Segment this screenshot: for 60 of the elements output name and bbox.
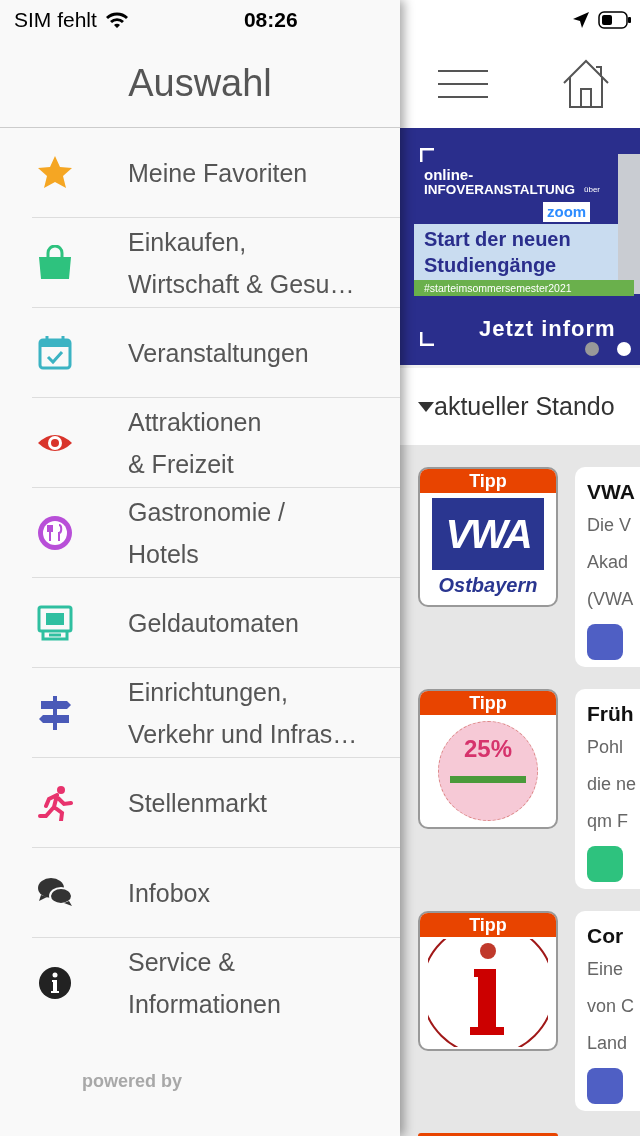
entry-description-line: Land: [587, 1032, 629, 1055]
thumbnail[interactable]: Tipp 25%: [418, 689, 558, 829]
signpost-icon: [37, 694, 73, 731]
shopping-bag-icon: [37, 244, 73, 281]
menu-item[interactable]: Einrichtungen, Verkehr und Infras…: [32, 668, 400, 758]
menu-item[interactable]: Infobox: [32, 848, 400, 938]
tip-label: Tipp: [420, 691, 556, 715]
home-icon[interactable]: [562, 59, 610, 109]
entry-title: VWA: [587, 479, 636, 505]
menu-item[interactable]: Geldautomaten: [32, 578, 400, 668]
carrier-label: SIM fehlt: [14, 7, 97, 34]
tip-label: Tipp: [420, 913, 556, 937]
menu-item[interactable]: Einkaufen, Wirtschaft & Gesu…: [32, 218, 400, 308]
menu-icon[interactable]: [438, 69, 488, 99]
thumbnail[interactable]: Tipp: [418, 911, 558, 1051]
star-icon: [37, 154, 73, 191]
entry-card[interactable]: VWA Die V Akad (VWA: [575, 467, 640, 667]
menu-item[interactable]: Service & Informationen: [32, 938, 400, 1028]
entry-title: Cor: [587, 923, 625, 949]
menu-item[interactable]: Veranstaltungen: [32, 308, 400, 398]
carousel-dot[interactable]: [617, 342, 631, 356]
logo-panel: VWA: [432, 498, 544, 570]
coupon-percent: 25%: [463, 736, 512, 762]
entry-card[interactable]: Früh Pohl die ne qm F: [575, 689, 640, 889]
entry-card[interactable]: Cor Eine von C Land: [575, 911, 640, 1111]
banner-title: Start der neuen Studiengänge: [414, 224, 618, 280]
promo-banner[interactable]: online- INFOVERANSTALTUNG über zoom Start der neuen Studiengänge #starteimsommersemester2021 Jetzt inform: [400, 128, 640, 365]
corner-bracket-icon: [420, 148, 434, 162]
entry-description-line: von C: [587, 995, 636, 1018]
clock-time: 08:26: [243, 7, 298, 34]
cutlery-icon: [37, 514, 73, 551]
section-title: aktueller Stando: [434, 390, 615, 422]
cash-machine-icon: [37, 604, 73, 641]
banner-call-to-action: Jetzt inform: [479, 315, 616, 343]
section-header[interactable]: aktueller Stando: [400, 365, 640, 445]
tip-label: Tipp: [420, 469, 556, 493]
info-icon: [37, 965, 73, 1001]
location-arrow-icon: [572, 11, 590, 29]
corner-bracket-icon: [420, 332, 434, 346]
menu-item[interactable]: Meine Favoriten: [32, 128, 400, 218]
menu-item[interactable]: Gastronomie / Hotels: [32, 488, 400, 578]
entry-title: Früh: [587, 701, 635, 727]
calendar-icon: [37, 334, 73, 371]
entry-description-line: qm F: [587, 810, 629, 833]
entry-description-line: Die V: [587, 514, 632, 537]
entry-description-line: Akad: [587, 551, 630, 574]
entry-description-line: Pohl: [587, 736, 625, 759]
powered-by-label: powered by: [82, 1070, 184, 1093]
thumbnail[interactable]: Tipp VWA Ostbayern: [418, 467, 558, 607]
logo-caption: Ostbayern: [438, 573, 538, 598]
battery-icon: [598, 11, 632, 29]
hashtag-strip: #starteimsommersemester2021: [414, 280, 634, 296]
carousel-dot[interactable]: [585, 342, 599, 356]
entry-description-line: (VWA: [587, 588, 635, 611]
wifi-icon: [104, 11, 129, 29]
banner-via-label: über: [584, 184, 600, 196]
entry-description-line: Eine: [587, 958, 625, 981]
running-person-icon: [37, 784, 73, 821]
entry-description-line: die ne: [587, 773, 638, 796]
zoom-logo: zoom: [543, 202, 591, 222]
